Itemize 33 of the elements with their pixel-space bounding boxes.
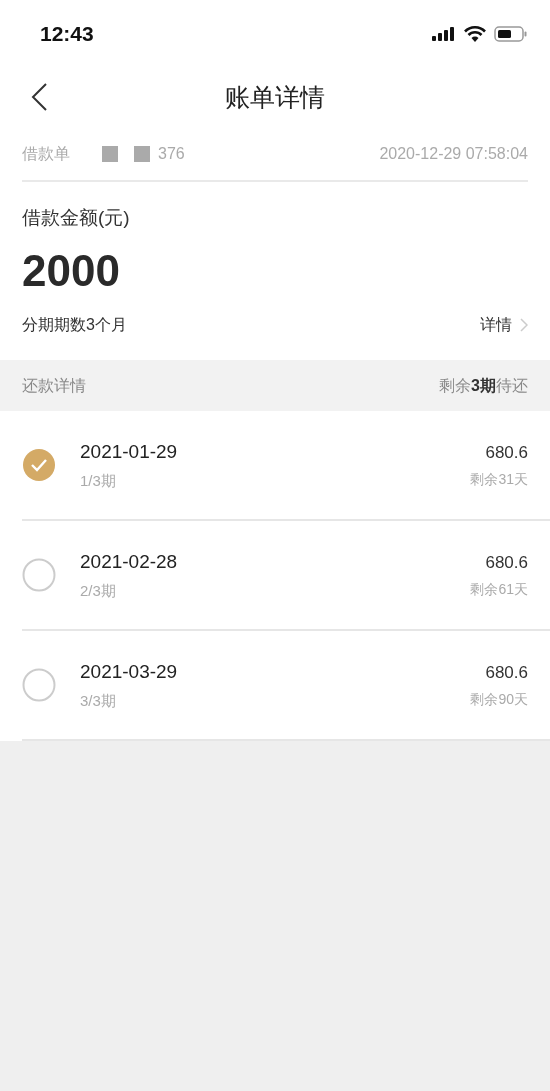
- unchecked-icon[interactable]: [22, 668, 56, 702]
- due-date: 2021-03-29: [80, 659, 179, 684]
- period-label: 3/3期: [80, 691, 117, 711]
- installment-amount: 680.6: [485, 551, 528, 574]
- period-label: 1/3期: [80, 471, 117, 491]
- unchecked-icon[interactable]: [22, 558, 56, 592]
- wifi-icon: [464, 26, 486, 42]
- days-remaining: 剩余31天: [470, 470, 528, 490]
- days-remaining: 剩余61天: [470, 580, 528, 600]
- redaction-mark: [102, 146, 118, 162]
- remaining-periods: 剩余3期待还: [439, 375, 528, 396]
- period-label: 2/3期: [80, 581, 117, 601]
- installment-amount: 680.6: [485, 441, 528, 464]
- loan-number: 376: [158, 144, 185, 164]
- section-header: 还款详情: [22, 375, 86, 396]
- back-button[interactable]: [30, 82, 48, 112]
- chevron-icon: [520, 317, 528, 332]
- loan-number-label: 借款单: [22, 144, 70, 164]
- battery-icon: [494, 26, 528, 42]
- due-date: 2021-02-28: [80, 549, 179, 574]
- status-time: 12:43: [40, 21, 94, 48]
- created-time: 2020-12-29 07:58:04: [379, 144, 528, 164]
- amount-label: 借款金额(元): [22, 207, 130, 228]
- installment-term: 分期期数3个月: [22, 314, 127, 335]
- due-date: 2021-01-29: [80, 439, 179, 464]
- detail-link[interactable]: 详情: [480, 312, 528, 337]
- signal-icon: [432, 27, 456, 41]
- installment-amount: 680.6: [485, 661, 528, 684]
- loan-amount: 2000: [22, 245, 120, 295]
- page-title: 账单详情: [225, 82, 325, 114]
- days-remaining: 剩余90天: [470, 690, 528, 710]
- redaction-mark: [134, 146, 150, 162]
- checked-icon[interactable]: [22, 448, 56, 482]
